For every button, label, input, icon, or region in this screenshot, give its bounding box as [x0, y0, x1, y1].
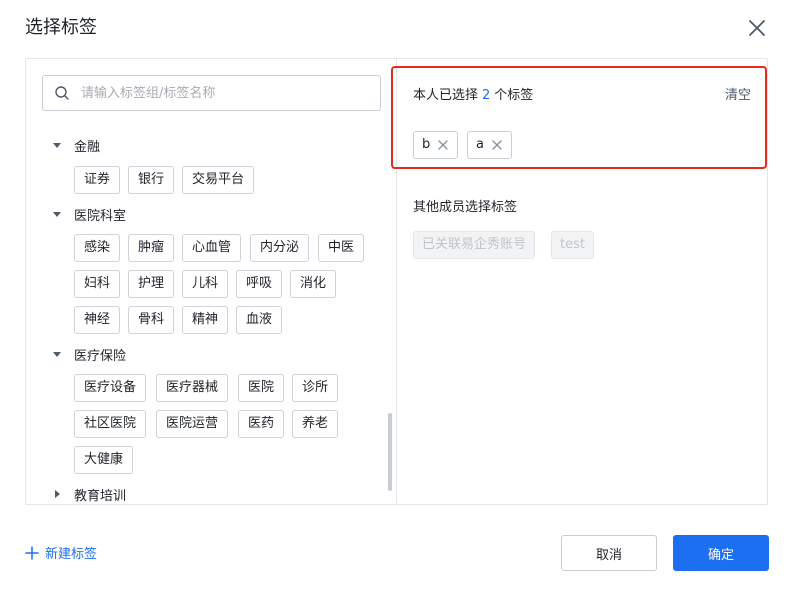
tag-item[interactable]: 医药 — [238, 410, 285, 438]
tag-item[interactable]: 银行 — [128, 166, 175, 194]
close-icon[interactable] — [745, 16, 769, 40]
cancel-button[interactable]: 取消 — [561, 535, 657, 571]
selected-prefix: 本人已选择 — [413, 88, 479, 103]
tree-group-label: 金融 — [74, 139, 101, 155]
selected-chip-label: b — [422, 137, 431, 152]
tree-group-education[interactable]: 教育培训 — [50, 479, 126, 502]
clear-button[interactable]: 清空 — [725, 84, 751, 103]
search-box[interactable] — [42, 75, 381, 111]
selected-chip: b — [413, 131, 459, 159]
selected-summary: 本人已选择 2 个标签 — [413, 84, 533, 103]
tag-item[interactable]: 中医 — [318, 234, 365, 262]
caret-down-icon[interactable] — [50, 347, 64, 361]
tag-item[interactable]: 社区医院 — [74, 410, 147, 438]
tree-group-medical-insurance[interactable]: 医疗保险 — [50, 339, 126, 369]
others-title: 其他成员选择标签 — [413, 200, 518, 215]
tag-item[interactable]: 心血管 — [182, 234, 242, 262]
tag-item[interactable]: 医疗器械 — [156, 374, 229, 402]
tag-item[interactable]: 证券 — [74, 166, 121, 194]
tag-item[interactable]: 肿瘤 — [128, 234, 175, 262]
tree-group-finance[interactable]: 金融 — [50, 130, 100, 160]
tree-group-label: 医院科室 — [74, 208, 127, 224]
confirm-button[interactable]: 确定 — [673, 535, 769, 571]
tag-item[interactable]: 精神 — [182, 306, 229, 334]
tag-item[interactable]: 骨科 — [128, 306, 175, 334]
tag-item[interactable]: 感染 — [74, 234, 121, 262]
tag-item[interactable]: 交易平台 — [182, 166, 255, 194]
others-tag: test — [551, 231, 594, 259]
selected-suffix: 个标签 — [494, 88, 534, 103]
tag-item[interactable]: 儿科 — [182, 270, 229, 298]
new-tag-label: 新建标签 — [45, 547, 98, 562]
tag-tree: 金融 证券 银行 交易平台 医院科室 感染 肿瘤 心血管 内分泌 中医 妇科 护… — [50, 130, 380, 502]
tag-item[interactable]: 神经 — [74, 306, 121, 334]
others-tag: 已关联易企秀账号 — [413, 231, 536, 259]
caret-down-icon[interactable] — [50, 138, 64, 152]
tag-item[interactable]: 呼吸 — [236, 270, 283, 298]
selected-count: 2 — [482, 88, 491, 103]
tree-scrollbar[interactable] — [388, 413, 392, 491]
search-input[interactable] — [79, 84, 353, 102]
tag-item[interactable]: 医院 — [238, 374, 285, 402]
tag-item[interactable]: 养老 — [292, 410, 339, 438]
selected-chip-label: a — [476, 137, 484, 152]
tree-group-hospital-departments[interactable]: 医院科室 — [50, 199, 126, 229]
new-tag-button[interactable]: 新建标签 — [25, 543, 97, 562]
tag-item[interactable]: 护理 — [128, 270, 175, 298]
tree-group-label: 教育培训 — [74, 488, 127, 503]
selected-chip: a — [467, 131, 512, 159]
tag-item[interactable]: 医院运营 — [156, 410, 229, 438]
tree-group-label: 医疗保险 — [74, 348, 127, 364]
caret-down-icon[interactable] — [50, 207, 64, 221]
search-icon — [55, 86, 69, 100]
dialog-title: 选择标签 — [25, 17, 97, 38]
tag-item[interactable]: 诊所 — [292, 374, 339, 402]
tag-item[interactable]: 大健康 — [74, 446, 134, 474]
caret-right-icon[interactable] — [50, 487, 64, 501]
remove-icon[interactable] — [491, 139, 503, 151]
tag-item[interactable]: 医疗设备 — [74, 374, 147, 402]
tag-item[interactable]: 血液 — [236, 306, 283, 334]
tag-item[interactable]: 内分泌 — [250, 234, 310, 262]
tag-item[interactable]: 妇科 — [74, 270, 121, 298]
remove-icon[interactable] — [437, 139, 449, 151]
plus-icon — [25, 545, 39, 560]
tag-item[interactable]: 消化 — [290, 270, 337, 298]
